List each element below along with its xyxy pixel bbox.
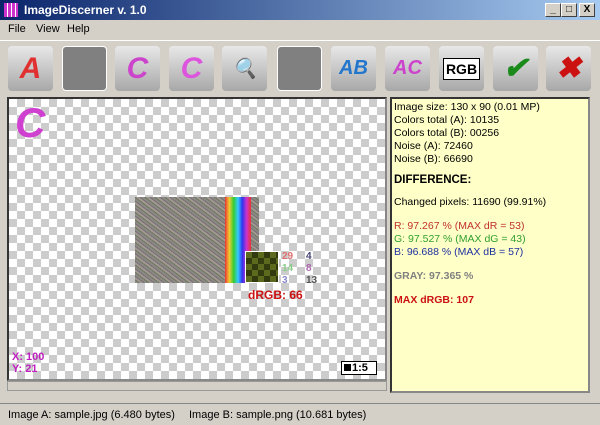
pixel-b-b: 13 <box>306 275 318 286</box>
pixel-r-b: 4 <box>306 251 312 262</box>
drgb-label: dRGB: 66 <box>248 288 303 302</box>
info-panel: Image size: 130 x 90 (0.01 MP) Colors to… <box>390 97 590 393</box>
status-image-a: Image A: sample.jpg (6.480 bytes) <box>8 409 175 421</box>
noise-a: Noise (A): 72460 <box>394 140 473 152</box>
pixel-b-a: 3 <box>282 275 288 286</box>
toolbar-button-checkbox-check-icon[interactable]: ✔ <box>493 46 538 91</box>
max-drgb: MAX dRGB: 107 <box>394 294 474 306</box>
image-size: Image size: 130 x 90 (0.01 MP) <box>394 101 540 113</box>
magic-c-icon: C <box>180 51 203 85</box>
app-icon <box>4 3 18 17</box>
close-red-x-icon: ✖ <box>555 52 582 85</box>
close-button[interactable]: X <box>579 3 595 17</box>
toolbar-button-open-image-a-icon[interactable]: A <box>8 46 53 91</box>
image-canvas[interactable]: C 29 4 14 8 3 13 dRGB: 66 X: 100 Y: 21 1… <box>7 97 387 381</box>
status-image-b: Image B: sample.png (10.681 bytes) <box>189 409 367 421</box>
window-title: ImageDiscerner v. 1.0 <box>24 3 147 17</box>
toolbar-button-swap-ac-icon[interactable]: AC <box>385 46 430 91</box>
toolbar-button-close-red-x-icon[interactable]: ✖ <box>546 46 591 91</box>
horizontal-scrollbar[interactable] <box>7 381 387 391</box>
save-c-icon: C <box>126 51 149 85</box>
difference-heading: DIFFERENCE: <box>394 174 472 186</box>
pixel-g-a: 14 <box>282 263 294 274</box>
mode-letter: C <box>15 99 46 146</box>
swap-ac-icon: AC <box>393 57 422 79</box>
maximize-button[interactable]: □ <box>561 3 577 17</box>
zoom-preview <box>245 251 279 283</box>
red-difference: R: 97.267 % (MAX dR = 53) <box>394 220 525 232</box>
zoom-value: 1:5 <box>352 362 368 374</box>
zoom-ratio[interactable]: 1:5 <box>341 361 377 375</box>
checkbox-check-icon: ✔ <box>502 52 529 85</box>
toolbar: A C C 🔍 AB AC RGB ✔ ✖ <box>0 40 600 95</box>
pixel-r-a: 29 <box>282 251 294 262</box>
zoom-in-icon: 🔍 <box>232 58 257 80</box>
green-difference: G: 97.527 % (MAX dG = 43) <box>394 233 526 245</box>
menu-view[interactable]: View <box>36 23 60 35</box>
menu-file[interactable]: File <box>8 23 26 35</box>
toolbar-button-zoom-in-icon[interactable]: 🔍 <box>222 46 267 91</box>
gray-difference: GRAY: 97.365 % <box>394 270 474 282</box>
colors-total-b: Colors total (B): 00256 <box>394 127 500 139</box>
swap-ab-icon: AB <box>339 57 368 79</box>
title-bar: ImageDiscerner v. 1.0 _ □ X <box>0 0 600 20</box>
status-bar: Image A: sample.jpg (6.480 bytes) Image … <box>0 403 600 425</box>
menu-bar: File View Help <box>0 20 600 38</box>
toolbar-button-magic-c-icon[interactable]: C <box>169 46 214 91</box>
toolbar-button-disabled-slot[interactable] <box>62 46 107 91</box>
changed-pixels: Changed pixels: 11690 (99.91%) <box>394 196 547 208</box>
y-coordinate: Y: 21 <box>12 363 38 375</box>
blue-difference: B: 96.688 % (MAX dB = 57) <box>394 246 524 258</box>
open-image-a-icon: A <box>19 51 42 85</box>
toolbar-button-save-c-icon[interactable]: C <box>115 46 160 91</box>
menu-help[interactable]: Help <box>67 23 90 35</box>
pixel-g-b: 8 <box>306 263 312 274</box>
rgb-histogram-icon: RGB <box>442 57 481 80</box>
minimize-button[interactable]: _ <box>545 3 561 17</box>
toolbar-button-rgb-histogram-icon[interactable]: RGB <box>439 46 484 91</box>
noise-b: Noise (B): 66690 <box>394 153 473 165</box>
x-coordinate: X: 100 <box>12 351 45 363</box>
colors-total-a: Colors total (A): 10135 <box>394 114 500 126</box>
zoom-icon <box>344 364 351 371</box>
toolbar-button-swap-ab-icon[interactable]: AB <box>331 46 376 91</box>
toolbar-button-disabled-slot[interactable] <box>277 46 322 91</box>
